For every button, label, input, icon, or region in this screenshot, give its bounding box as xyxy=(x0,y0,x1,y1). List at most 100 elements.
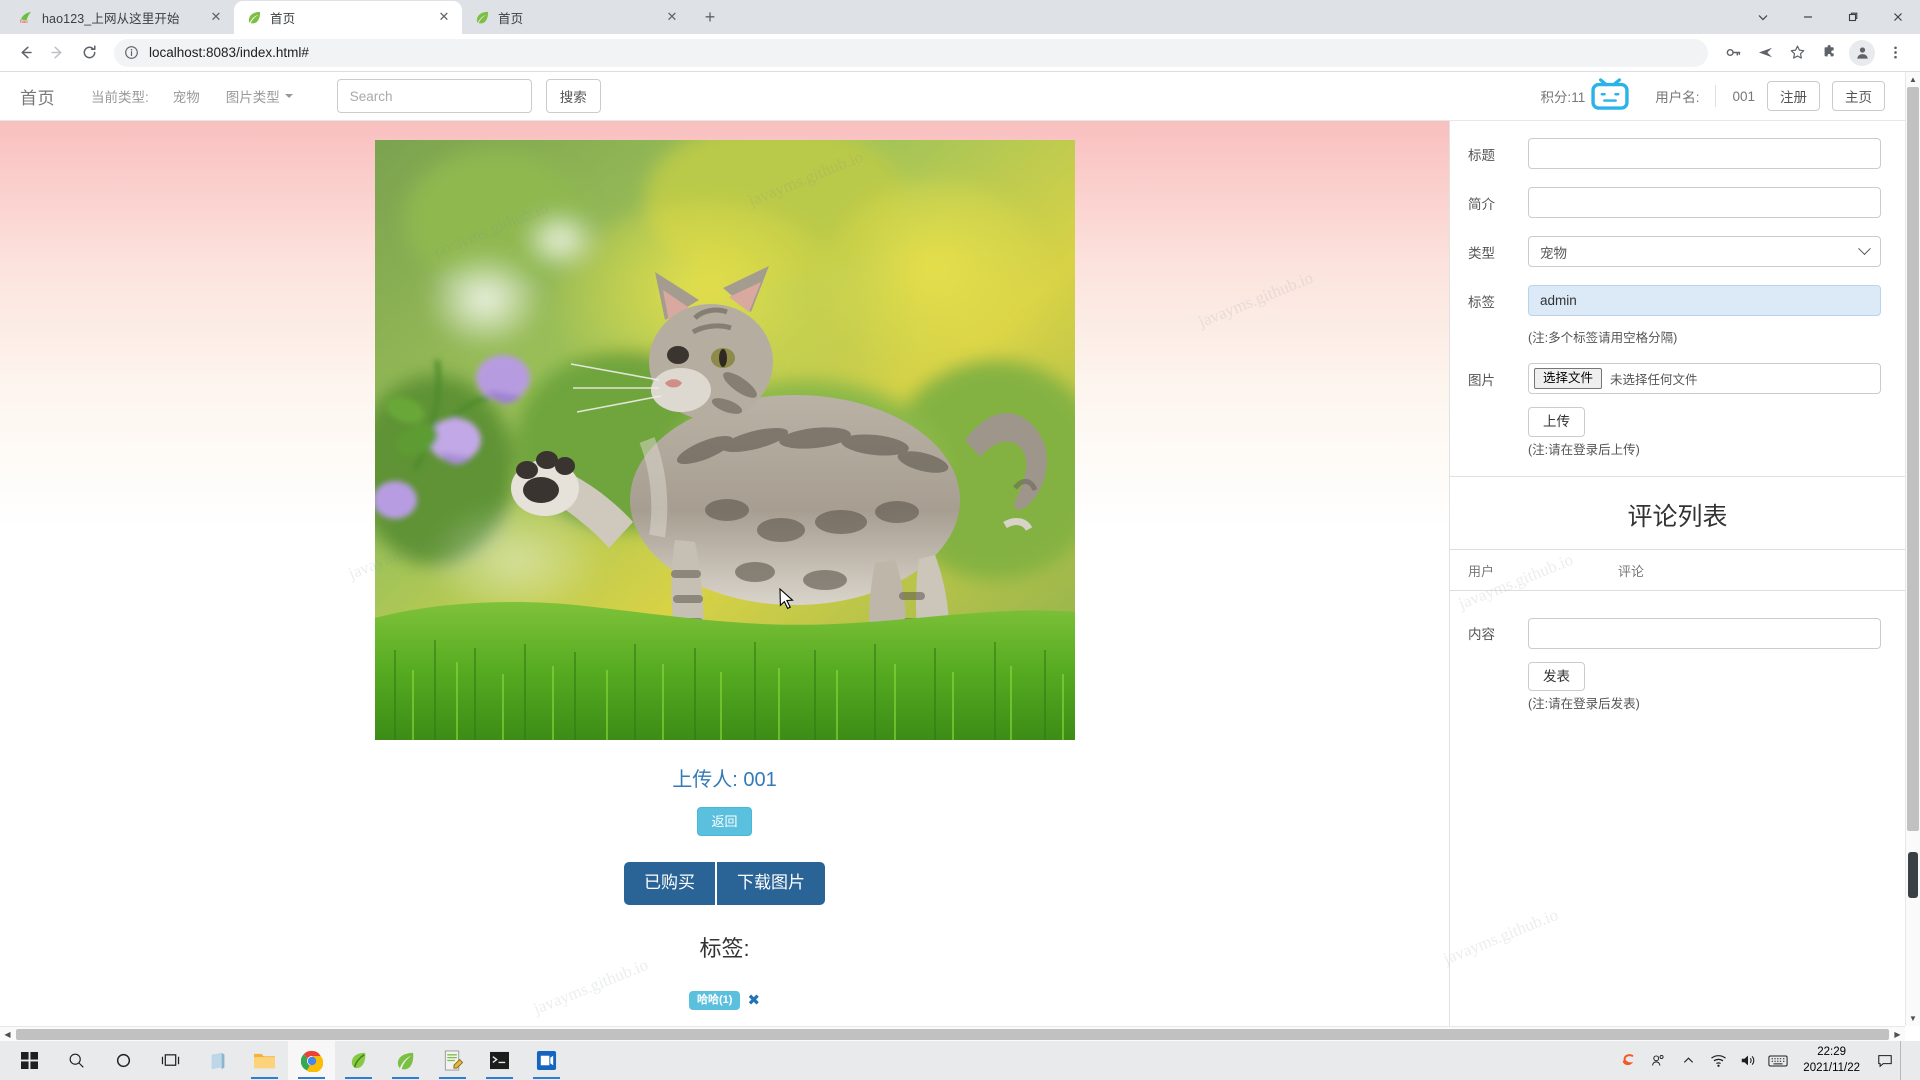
tag-badge[interactable]: 哈哈(1) xyxy=(688,990,741,1010)
profile-avatar[interactable] xyxy=(1849,39,1875,66)
upload-button[interactable]: 上传 xyxy=(1528,407,1585,437)
kitten-photo[interactable] xyxy=(374,140,1075,740)
bilibili-tv-icon xyxy=(1591,77,1629,115)
show-hidden-icons-chevron[interactable] xyxy=(1673,1041,1703,1080)
scroll-down-arrow-icon[interactable]: ▼ xyxy=(1906,1011,1920,1026)
tab-strip: hao hao123_上网从这里开始 ✕ 首页 ✕ 首页 ✕ + xyxy=(0,0,1920,34)
horizontal-scrollbar[interactable]: ◀ ▶ xyxy=(0,1026,1905,1041)
download-image-button[interactable]: 下载图片 xyxy=(717,862,825,905)
comment-content-input[interactable] xyxy=(1528,617,1881,649)
comments-col-comment: 评论 xyxy=(1618,563,1645,579)
tab-close-icon[interactable]: ✕ xyxy=(436,9,452,26)
username-label: 用户名: xyxy=(1655,90,1700,105)
navicat-icon[interactable] xyxy=(335,1041,382,1080)
close-icon[interactable] xyxy=(1875,0,1920,34)
star-icon[interactable] xyxy=(1782,38,1812,68)
browser-tab-2[interactable]: 首页 ✕ xyxy=(234,1,462,34)
upload-hint: (注:请在登录后上传) xyxy=(1528,442,1640,457)
register-button[interactable]: 注册 xyxy=(1767,81,1820,111)
tab-close-icon[interactable]: ✕ xyxy=(208,9,224,26)
scroll-up-arrow-icon[interactable]: ▲ xyxy=(1906,72,1920,87)
tag-list: 哈哈(1) ✖ xyxy=(0,990,1449,1010)
tab-title: hao123_上网从这里开始 xyxy=(42,12,180,26)
minimize-icon[interactable] xyxy=(1785,0,1830,34)
tag-hint: (注:多个标签请用空格分隔) xyxy=(1528,331,1678,345)
network-icon[interactable] xyxy=(1703,1041,1733,1080)
scroll-right-arrow-icon[interactable]: ▶ xyxy=(1890,1027,1905,1041)
windows-start-icon[interactable] xyxy=(6,1041,53,1080)
notification-center-icon[interactable] xyxy=(1870,1041,1900,1080)
type-select-value: 宠物 xyxy=(1540,245,1567,261)
maximize-icon[interactable] xyxy=(1830,0,1875,34)
vertical-scrollbar[interactable]: ▲ ▼ xyxy=(1905,72,1920,1026)
tab-search-chevron-icon[interactable] xyxy=(1740,0,1785,34)
tab-title: 首页 xyxy=(270,12,296,26)
image-row: 图片 选择文件 未选择任何文件 xyxy=(1450,354,1905,403)
tag-input[interactable]: admin xyxy=(1528,285,1881,316)
tag-label: 标签 xyxy=(1468,294,1495,310)
vertical-scroll-thumb-secondary[interactable] xyxy=(1908,852,1918,898)
sogou-input-icon[interactable] xyxy=(1613,1041,1643,1080)
leaf-app-icon[interactable] xyxy=(382,1041,429,1080)
web-page: 首页 当前类型: 宠物 图片类型 Search 搜索 积分:11 用户名: 00… xyxy=(0,72,1905,1026)
intro-label: 简介 xyxy=(1468,196,1495,212)
key-icon[interactable] xyxy=(1718,38,1748,68)
back-button[interactable]: 返回 xyxy=(697,807,752,836)
image-type-dropdown[interactable]: 图片类型 xyxy=(226,86,293,106)
address-bar[interactable]: localhost:8083/index.html# xyxy=(114,38,1708,67)
vertical-scroll-thumb[interactable] xyxy=(1907,87,1919,831)
search-input[interactable]: Search xyxy=(336,79,532,113)
file-picker[interactable]: 选择文件 未选择任何文件 xyxy=(1528,363,1881,394)
new-tab-button[interactable]: + xyxy=(696,3,724,31)
reload-icon[interactable] xyxy=(74,38,104,68)
type-select[interactable]: 宠物 xyxy=(1528,236,1881,267)
cmd-icon[interactable] xyxy=(476,1041,523,1080)
choose-file-button[interactable]: 选择文件 xyxy=(1534,368,1603,389)
browser-tab-3[interactable]: 首页 ✕ xyxy=(462,1,690,34)
clock-date: 2021/11/22 xyxy=(1803,1061,1860,1074)
cortana-icon[interactable] xyxy=(100,1041,147,1080)
show-desktop-button[interactable] xyxy=(1900,1041,1908,1080)
site-info-icon[interactable] xyxy=(124,45,140,61)
tab-close-icon[interactable]: ✕ xyxy=(664,9,680,26)
send-icon[interactable] xyxy=(1750,38,1780,68)
volume-icon[interactable] xyxy=(1733,1041,1763,1080)
home-button[interactable]: 主页 xyxy=(1832,81,1885,111)
search-button[interactable]: 搜索 xyxy=(545,79,601,113)
store-icon[interactable] xyxy=(194,1041,241,1080)
video-app-icon[interactable] xyxy=(523,1041,570,1080)
scroll-left-arrow-icon[interactable]: ◀ xyxy=(0,1027,15,1041)
back-arrow-icon[interactable] xyxy=(10,38,40,68)
extensions-icon[interactable] xyxy=(1814,38,1844,68)
purchase-button-group: 已购买 下载图片 xyxy=(0,862,1449,905)
intro-row: 简介 xyxy=(1450,178,1905,227)
search-icon[interactable] xyxy=(53,1041,100,1080)
windows-taskbar: 22:29 2021/11/22 xyxy=(0,1041,1920,1080)
leaf-icon xyxy=(474,10,490,26)
people-icon[interactable] xyxy=(1643,1041,1673,1080)
horizontal-scroll-thumb[interactable] xyxy=(16,1029,1889,1040)
title-input[interactable] xyxy=(1528,138,1881,169)
task-view-icon[interactable] xyxy=(147,1041,194,1080)
intro-input[interactable] xyxy=(1528,187,1881,218)
uploader-label: 上传人: xyxy=(672,769,738,791)
browser-tab-1[interactable]: hao hao123_上网从这里开始 ✕ xyxy=(6,1,234,34)
forward-arrow-icon[interactable] xyxy=(42,38,72,68)
type-row: 类型 宠物 xyxy=(1450,227,1905,276)
current-type-label: 当前类型: xyxy=(91,90,149,105)
file-explorer-icon[interactable] xyxy=(241,1041,288,1080)
keyboard-icon[interactable] xyxy=(1763,1041,1793,1080)
purchased-button[interactable]: 已购买 xyxy=(624,862,715,905)
editplus-icon[interactable] xyxy=(429,1041,476,1080)
uploader-line: 上传人: 001 xyxy=(0,763,1449,792)
tab-title: 首页 xyxy=(498,12,524,26)
tag-remove-icon[interactable]: ✖ xyxy=(747,993,760,1008)
back-button-row: 返回 xyxy=(0,807,1449,836)
taskbar-clock[interactable]: 22:29 2021/11/22 xyxy=(1793,1041,1870,1080)
chrome-icon[interactable] xyxy=(288,1041,335,1080)
nav-brand-home[interactable]: 首页 xyxy=(20,84,69,109)
hero-image-wrap xyxy=(0,121,1449,740)
post-comment-button[interactable]: 发表 xyxy=(1528,661,1585,691)
points-label: 积分:11 xyxy=(1540,90,1586,105)
more-menu-icon[interactable] xyxy=(1880,38,1910,68)
